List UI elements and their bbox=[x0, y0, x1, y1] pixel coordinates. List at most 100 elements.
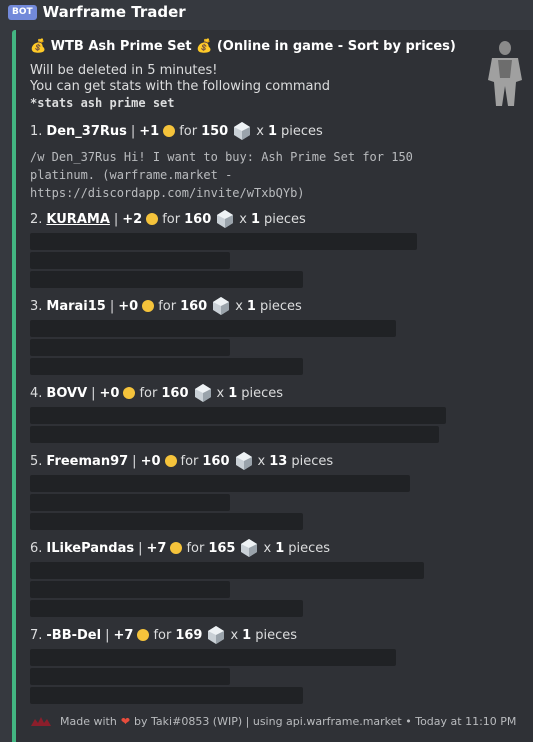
reputation: +2 bbox=[122, 211, 143, 227]
quantity: 1 bbox=[275, 540, 285, 556]
separator: | bbox=[91, 385, 96, 401]
quantity: 1 bbox=[246, 298, 256, 314]
separator: | bbox=[138, 540, 143, 556]
platinum-icon bbox=[213, 297, 230, 315]
entry-rank: 1. bbox=[30, 123, 43, 139]
for-label: for bbox=[179, 123, 198, 139]
spoiler-block[interactable] bbox=[30, 320, 396, 337]
spoiler-block[interactable] bbox=[30, 426, 439, 443]
description-line: You can get stats with the following com… bbox=[30, 79, 330, 94]
platinum-icon bbox=[241, 539, 258, 557]
spoiler-block[interactable] bbox=[30, 513, 303, 530]
for-label: for bbox=[139, 385, 158, 401]
description-line: Will be deleted in 5 minutes! bbox=[30, 63, 218, 78]
seller-entry: 7. -BB-Del | +7 for 169 x 1 pieces bbox=[30, 626, 297, 644]
smile-icon bbox=[146, 213, 159, 225]
seller-entry: 1. Den_37Rus | +1 for 150 x 1 pieces bbox=[30, 122, 323, 140]
quantity: 13 bbox=[269, 453, 288, 469]
platinum-icon bbox=[234, 122, 251, 140]
for-label: for bbox=[153, 627, 172, 643]
spoiler-block[interactable] bbox=[30, 581, 230, 598]
for-label: for bbox=[186, 540, 205, 556]
seller-name: ILikePandas bbox=[46, 540, 135, 556]
platinum-icon bbox=[194, 384, 211, 402]
platinum-icon bbox=[208, 626, 225, 644]
entry-rank: 2. bbox=[30, 211, 43, 227]
unit-label: pieces bbox=[255, 627, 297, 643]
reputation: +7 bbox=[113, 627, 134, 643]
smile-icon bbox=[142, 300, 155, 312]
times-label: x bbox=[239, 211, 247, 227]
price: 165 bbox=[208, 540, 236, 556]
spoiler-block[interactable] bbox=[30, 668, 230, 685]
seller-entry: 6. ILikePandas | +7 for 165 x 1 pieces bbox=[30, 539, 330, 557]
price: 160 bbox=[161, 385, 189, 401]
price: 160 bbox=[184, 211, 212, 227]
quantity: 1 bbox=[250, 211, 260, 227]
seller-name: Den_37Rus bbox=[46, 123, 127, 139]
seller-name[interactable]: KURAMA bbox=[46, 212, 109, 227]
spoiler-block[interactable] bbox=[30, 407, 446, 424]
smile-icon bbox=[164, 455, 177, 467]
spoiler-block[interactable] bbox=[30, 233, 417, 250]
bot-username[interactable]: Warframe Trader bbox=[43, 3, 186, 21]
spoiler-block[interactable] bbox=[30, 562, 424, 579]
embed-description: Will be deleted in 5 minutes! You can ge… bbox=[30, 63, 330, 111]
smile-icon bbox=[163, 125, 176, 137]
seller-entry: 2. KURAMA | +2 for 160 x 1 pieces bbox=[30, 210, 306, 228]
for-label: for bbox=[180, 453, 199, 469]
quantity: 1 bbox=[242, 627, 252, 643]
seller-name: Marai15 bbox=[46, 298, 106, 314]
unit-label: pieces bbox=[280, 123, 323, 139]
embed-footer: Made with ❤ by Taki#0853 (WIP) | using a… bbox=[30, 715, 516, 728]
seller-entry: 5. Freeman97 | +0 for 160 x 13 pieces bbox=[30, 452, 333, 470]
whisper-line: platinum. (warframe.market - bbox=[30, 168, 233, 182]
for-label: for bbox=[162, 211, 181, 227]
smile-icon bbox=[170, 542, 183, 554]
spoiler-block[interactable] bbox=[30, 475, 410, 492]
spoiler-block[interactable] bbox=[30, 494, 230, 511]
platinum-icon bbox=[217, 210, 234, 228]
price: 160 bbox=[202, 453, 230, 469]
times-label: x bbox=[216, 385, 225, 401]
spoiler-block[interactable] bbox=[30, 600, 303, 617]
times-label: x bbox=[235, 298, 243, 314]
quantity: 1 bbox=[267, 123, 277, 139]
price: 150 bbox=[201, 123, 229, 139]
times-label: x bbox=[257, 453, 266, 469]
smile-icon bbox=[137, 629, 150, 641]
entry-rank: 6. bbox=[30, 540, 43, 556]
message-header: BOT Warframe Trader bbox=[8, 2, 186, 22]
heart-icon: ❤ bbox=[120, 715, 131, 728]
spoiler-block[interactable] bbox=[30, 649, 396, 666]
warframe-thumbnail[interactable] bbox=[484, 40, 526, 110]
reputation: +0 bbox=[99, 385, 120, 401]
spoiler-block[interactable] bbox=[30, 358, 303, 375]
price: 160 bbox=[180, 298, 208, 314]
spoiler-block[interactable] bbox=[30, 339, 230, 356]
times-label: x bbox=[263, 540, 272, 556]
for-label: for bbox=[158, 298, 177, 314]
reputation: +1 bbox=[139, 123, 160, 139]
separator: | bbox=[109, 298, 115, 314]
seller-name: Freeman97 bbox=[46, 453, 129, 469]
spoiler-block[interactable] bbox=[30, 252, 230, 269]
spoiler-block[interactable] bbox=[30, 687, 303, 704]
entry-rank: 7. bbox=[30, 627, 43, 643]
unit-label: pieces bbox=[291, 453, 334, 469]
unit-label: pieces bbox=[288, 540, 331, 556]
separator: | bbox=[132, 453, 137, 469]
times-label: x bbox=[256, 123, 264, 139]
reputation: +0 bbox=[118, 298, 139, 314]
whisper-line[interactable]: https://discordapp.com/invite/wTxbQYb) bbox=[30, 184, 413, 202]
whisper-line: /w Den_37Rus Hi! I want to buy: Ash Prim… bbox=[30, 150, 413, 164]
spoiler-block[interactable] bbox=[30, 271, 303, 288]
separator: | bbox=[113, 211, 119, 227]
reputation: +7 bbox=[146, 540, 167, 556]
entry-rank: 5. bbox=[30, 453, 43, 469]
seller-name: -BB-Del bbox=[46, 627, 102, 643]
separator: | bbox=[130, 123, 136, 139]
unit-label: pieces bbox=[264, 211, 306, 227]
smile-icon bbox=[123, 387, 136, 399]
seller-name: BOVV bbox=[46, 385, 88, 401]
